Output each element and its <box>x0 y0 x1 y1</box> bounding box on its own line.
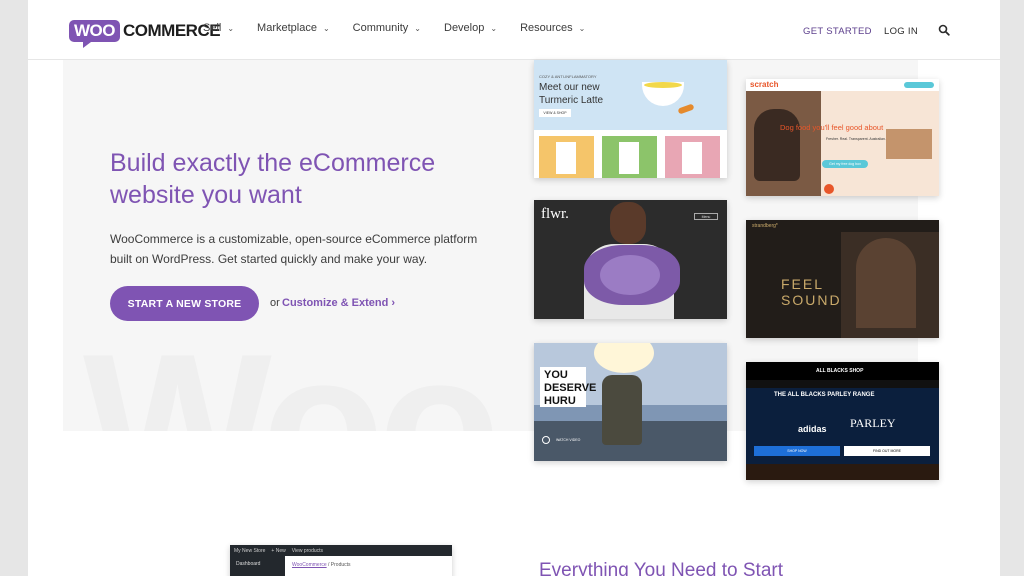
bag-2 <box>619 142 639 174</box>
parley-brand: PARLEY <box>850 416 896 430</box>
or-text: or <box>270 297 280 309</box>
woocommerce-logo[interactable]: WOO COMMERCE <box>69 19 221 48</box>
turmeric-hero-image: COZY & ANTI-INFLAMMATORY Meet our new Tu… <box>534 60 727 130</box>
nav-community-label: Community <box>352 22 409 34</box>
admin-view-products: View products <box>291 547 324 554</box>
showcase-card-huru[interactable]: YOU DESERVE HURU WATCH VIDEO <box>534 343 727 461</box>
model-head <box>610 202 646 244</box>
nav-resources[interactable]: Resources ⌄ <box>520 22 585 34</box>
admin-crumb-link: WooCommerce <box>292 562 327 568</box>
admin-screenshot: My New Store + New View products Dashboa… <box>230 545 452 576</box>
woo-watermark: Woo <box>83 313 500 431</box>
admin-dashboard-label: Dashboard <box>236 561 261 567</box>
nav-marketplace-label: Marketplace <box>257 22 317 34</box>
scratch-cta-label: Get my free dog box <box>829 162 861 166</box>
nav-develop[interactable]: Develop ⌄ <box>444 22 497 34</box>
hiker-backpack <box>602 375 642 445</box>
section-title-everything: Everything You Need to Start <box>539 560 783 576</box>
showcase-card-scratch[interactable]: scratch Dog food you'll feel good about … <box>746 79 939 196</box>
dog-shape <box>754 109 800 181</box>
logo-woo-mark: WOO <box>69 20 120 48</box>
turmeric-cta-label: VIEW & SHOP <box>543 111 567 115</box>
scratch-sub: Fresher. Real. Transparent. Australian. <box>826 137 886 141</box>
search-icon[interactable] <box>938 24 950 36</box>
turmeric-eyebrow: COZY & ANTI-INFLAMMATORY <box>539 74 597 79</box>
scratch-cta-button: Get my free dog box <box>822 160 868 168</box>
bag-1 <box>556 142 576 174</box>
chevron-down-icon: ⌄ <box>322 23 330 33</box>
scratch-headline: Dog food you'll feel good about <box>780 123 884 132</box>
showcase-card-flwr[interactable]: flwr. Menu <box>534 200 727 319</box>
huru-headline-3: HURU <box>544 395 576 407</box>
scratch-badge <box>824 184 834 194</box>
admin-crumb-rest: / Products <box>326 562 351 568</box>
strandberg-logo: strandberg* <box>752 223 778 229</box>
nav-develop-label: Develop <box>444 22 485 34</box>
nav-sell[interactable]: Sell ⌄ <box>203 22 234 34</box>
flower-bouquet-2 <box>600 255 660 295</box>
flwr-menu-button: Menu <box>694 213 718 220</box>
huru-headline-1: YOU <box>544 369 568 381</box>
scratch-navbar: scratch <box>746 79 939 91</box>
play-icon <box>542 436 550 444</box>
allblacks-strip <box>746 464 939 480</box>
nav-resources-label: Resources <box>520 22 573 34</box>
allblacks-topbar: ALL BLACKS SHOP <box>746 362 939 380</box>
admin-site-name: My New Store <box>234 547 266 554</box>
nav-sell-label: Sell <box>203 22 222 34</box>
turmeric-headline: Meet our new Turmeric Latte <box>539 82 604 106</box>
allblacks-find-out-button: FIND OUT MORE <box>844 446 930 456</box>
hero-title: Build exactly the eCommerce website you … <box>110 149 436 209</box>
turmeric-cta-button: VIEW & SHOP <box>539 109 571 117</box>
scratch-nav-button <box>904 82 934 88</box>
huru-headline-2: DESERVE <box>544 382 597 394</box>
admin-sidebar: Dashboard <box>230 556 285 576</box>
dog-food-box <box>886 129 932 159</box>
allblacks-shop-now-button: SHOP NOW <box>754 446 840 456</box>
nav-marketplace[interactable]: Marketplace ⌄ <box>257 22 330 34</box>
turmeric-root <box>677 103 695 115</box>
showcase-card-strandberg[interactable]: strandberg* FEEL SOUND <box>746 220 939 338</box>
allblacks-navbar <box>746 380 939 388</box>
bag-3 <box>682 142 702 174</box>
page: WOO COMMERCE Sell ⌄ Marketplace ⌄ Commun… <box>28 0 1000 576</box>
flwr-logo: flwr. <box>541 206 569 222</box>
main-nav: Sell ⌄ Marketplace ⌄ Community ⌄ Develop… <box>203 22 608 34</box>
chevron-down-icon: ⌄ <box>578 23 586 33</box>
allblacks-shop-now-label: SHOP NOW <box>787 449 807 453</box>
admin-breadcrumb: WooCommerce / Products <box>292 562 351 568</box>
musician-shape <box>856 238 916 328</box>
strandberg-sound: SOUND <box>781 292 842 308</box>
latte-top <box>644 82 682 88</box>
huru-play-label: WATCH VIDEO <box>556 438 581 442</box>
allblacks-shop-title: ALL BLACKS SHOP <box>816 368 864 374</box>
customize-extend-link[interactable]: Customize & Extend › <box>282 297 395 309</box>
showcase-card-allblacks[interactable]: ALL BLACKS SHOP THE ALL BLACKS PARLEY RA… <box>746 362 939 480</box>
login-link[interactable]: LOG IN <box>884 26 918 37</box>
flwr-menu-label: Menu <box>701 214 711 219</box>
strandberg-feel: FEEL <box>781 276 825 292</box>
showcase-card-turmeric[interactable]: COZY & ANTI-INFLAMMATORY Meet our new Tu… <box>534 60 727 178</box>
chevron-down-icon: ⌄ <box>490 23 498 33</box>
allblacks-range: THE ALL BLACKS PARLEY RANGE <box>774 392 875 398</box>
start-new-store-button[interactable]: START A NEW STORE <box>110 286 259 321</box>
admin-new: + New <box>271 547 286 554</box>
admin-toolbar: My New Store + New View products <box>230 545 452 556</box>
scratch-logo: scratch <box>750 80 779 89</box>
get-started-link[interactable]: GET STARTED <box>803 26 872 37</box>
chevron-down-icon: ⌄ <box>414 23 421 33</box>
allblacks-find-out-label: FIND OUT MORE <box>873 449 901 453</box>
nav-community[interactable]: Community ⌄ <box>353 22 421 34</box>
adidas-brand: adidas <box>798 424 827 434</box>
chevron-down-icon: ⌄ <box>227 23 235 33</box>
site-header: WOO COMMERCE Sell ⌄ Marketplace ⌄ Commun… <box>28 0 1000 60</box>
hero-description: WooCommerce is a customizable, open-sour… <box>110 232 478 266</box>
